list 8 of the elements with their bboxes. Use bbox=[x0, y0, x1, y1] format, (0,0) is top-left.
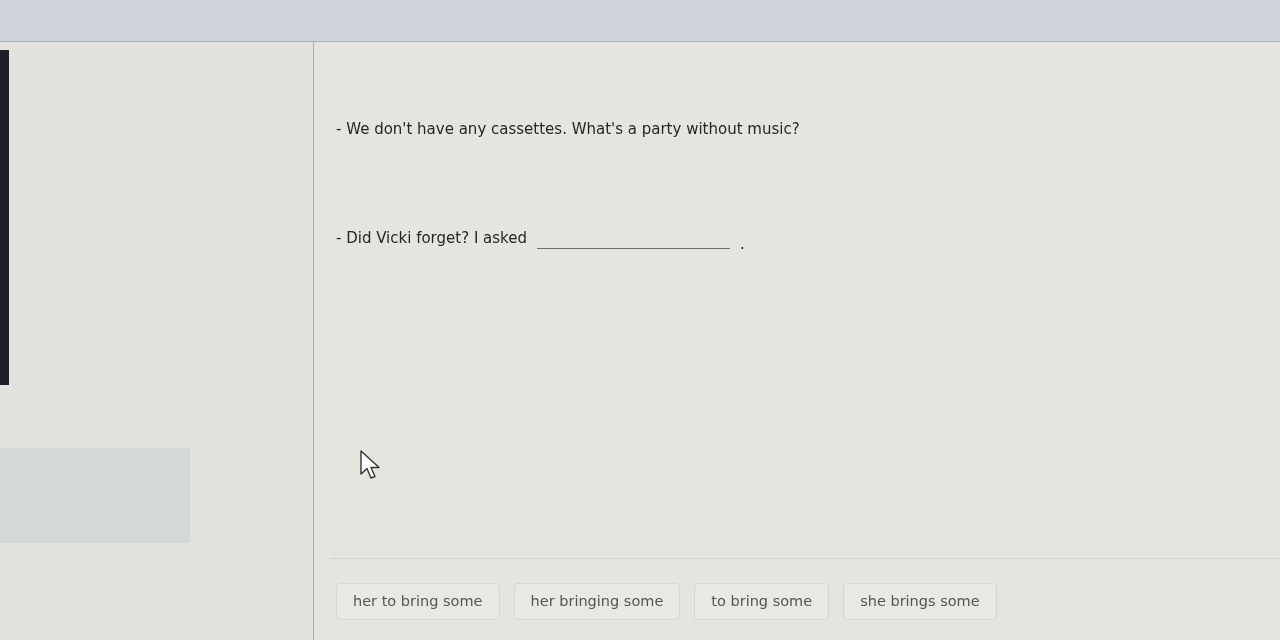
dialogue-line: - We don't have any cassettes. What's a party without music? bbox=[336, 119, 800, 140]
answer-option-button[interactable]: her bringing some bbox=[513, 583, 681, 620]
answer-option-button[interactable]: she brings some bbox=[843, 583, 997, 620]
dialogue-line: - Did Vicki forget? I asked bbox=[336, 228, 527, 249]
sentence-period: . bbox=[740, 234, 745, 255]
answer-option-button[interactable]: to bring some bbox=[694, 583, 830, 620]
answer-option-button[interactable]: her to bring some bbox=[336, 583, 500, 620]
pointer-cursor-icon bbox=[360, 450, 382, 480]
